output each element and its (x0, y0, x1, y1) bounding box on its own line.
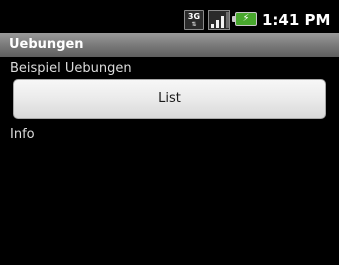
status-bar: 3G ⇅ ⚡ 1:41 PM (0, 0, 339, 33)
signal-bar (211, 24, 214, 28)
signal-bar (226, 12, 229, 28)
battery-charging-icon: ⚡ (232, 12, 257, 26)
signal-bar (216, 20, 219, 28)
info-label: Info (10, 127, 35, 142)
data-arrows-icon: ⇅ (191, 21, 197, 28)
app-screen: 3G ⇅ ⚡ 1:41 PM Uebungen Beispiel Uebunge… (0, 0, 339, 265)
app-title: Uebungen (9, 37, 84, 52)
list-button[interactable]: List (13, 79, 326, 119)
status-time: 1:41 PM (262, 11, 331, 29)
signal-strength-icon (208, 10, 230, 30)
header-label: Beispiel Uebungen (10, 61, 132, 76)
network-3g-icon: 3G ⇅ (184, 10, 204, 30)
title-bar: Uebungen (0, 33, 339, 57)
signal-bar (221, 16, 224, 28)
network-type-label: 3G (187, 12, 201, 21)
